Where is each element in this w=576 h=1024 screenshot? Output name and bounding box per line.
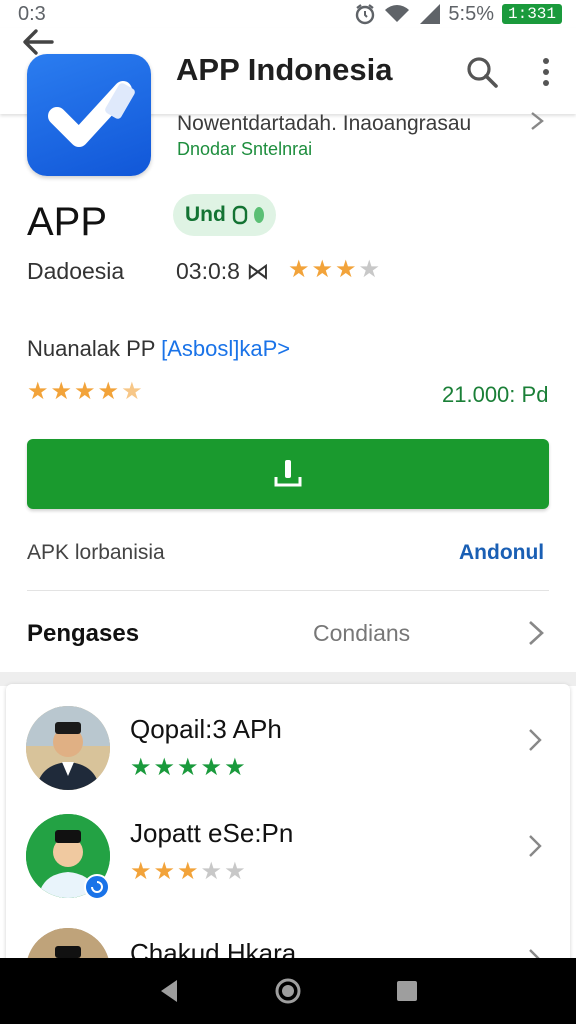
star-icon: ★ xyxy=(288,256,310,283)
apk-link[interactable]: Andonul xyxy=(459,541,544,565)
system-nav-bar xyxy=(0,958,576,1024)
leaf-icon xyxy=(253,207,264,223)
star-icon: ★ xyxy=(130,858,152,885)
settings-title: Pengases xyxy=(27,620,140,647)
star-empty-icon: ★ xyxy=(358,256,381,283)
star-half-icon: ★ xyxy=(121,378,143,405)
about-line: Nuanalak PP [Asbosl]kaP> xyxy=(27,336,290,362)
star-icon: ★ xyxy=(335,256,357,283)
list-item-stars: ★ ★ ★ ★ ★ xyxy=(130,860,246,884)
star-icon: ★ xyxy=(130,754,152,781)
settings-row[interactable]: Pengases Condians xyxy=(0,600,576,664)
home-circle-icon xyxy=(275,978,301,1004)
star-icon: ★ xyxy=(177,858,199,885)
check-logo-icon xyxy=(48,81,135,147)
recents-square-icon xyxy=(396,981,417,1001)
chevron-right-icon xyxy=(529,621,544,645)
avatar xyxy=(26,706,110,790)
developer-subtitle: Dnodar Sntelnrai xyxy=(177,139,313,159)
refresh-badge-icon xyxy=(84,874,110,900)
star-icon: ★ xyxy=(153,754,176,781)
star-empty-icon: ★ xyxy=(200,858,223,885)
status-bar: 0:3 5:5% 1:331 xyxy=(0,0,576,28)
star-icon: ★ xyxy=(50,378,73,405)
list-item[interactable]: Qopail:3 APh ★ ★ ★ ★ ★ xyxy=(6,692,570,804)
nav-back-button[interactable] xyxy=(149,971,189,1011)
install-button[interactable] xyxy=(27,439,549,509)
app-meta-code: 03:0:8 ⋈ xyxy=(176,258,270,284)
meta-rating-stars: ★ ★ ★ ★ xyxy=(288,258,380,282)
download-icon xyxy=(274,460,302,487)
chevron-right-icon xyxy=(529,729,542,751)
star-icon: ★ xyxy=(311,256,334,283)
search-icon[interactable] xyxy=(462,52,502,92)
price-label: 21.000: Pd xyxy=(442,382,549,407)
star-empty-icon: ★ xyxy=(224,858,246,885)
back-arrow-icon[interactable] xyxy=(18,22,58,62)
about-link[interactable]: [Asbosl]kaP> xyxy=(161,336,290,361)
developer-name[interactable]: Nowentdartadah. Inaoangrasau xyxy=(177,112,471,136)
back-triangle-icon xyxy=(161,980,178,1002)
about-text: Nuanalak PP xyxy=(27,336,156,361)
settings-value: Condians xyxy=(313,620,411,646)
apk-label: APK lorbanisia xyxy=(27,541,165,564)
more-vert-icon[interactable] xyxy=(528,52,564,92)
star-icon: ★ xyxy=(177,754,199,781)
nav-home-button[interactable] xyxy=(268,971,308,1011)
page-title: APP Indonesia xyxy=(176,52,393,87)
list-item-title: Qopail:3 APh xyxy=(130,714,282,744)
related-apps-card: Qopail:3 APh ★ ★ ★ ★ ★ Jopatt eSe:Pn ★ ★… xyxy=(6,684,570,974)
nav-recents-button[interactable] xyxy=(387,971,427,1011)
signal-icon xyxy=(420,4,441,24)
list-item-stars: ★ ★ ★ ★ ★ xyxy=(130,756,246,780)
list-item[interactable]: Jopatt eSe:Pn ★ ★ ★ ★ ★ xyxy=(6,808,570,920)
badge-label: Und xyxy=(185,203,226,226)
chevron-right-icon[interactable] xyxy=(528,110,546,132)
app-name: APP xyxy=(27,200,108,244)
wifi-icon xyxy=(385,5,410,22)
battery-percent: 5:5% xyxy=(448,2,494,25)
rating-stars: ★ ★ ★ ★ ★ xyxy=(27,380,143,404)
shield-icon xyxy=(232,205,248,225)
star-icon: ★ xyxy=(224,754,246,781)
list-item-title: Jopatt eSe:Pn xyxy=(130,818,294,848)
star-icon: ★ xyxy=(200,754,223,781)
star-icon: ★ xyxy=(97,378,120,405)
star-icon: ★ xyxy=(27,378,49,405)
app-icon xyxy=(27,54,151,176)
battery-badge: 1:331 xyxy=(501,4,562,24)
status-badge: Und xyxy=(173,194,276,236)
star-icon: ★ xyxy=(74,378,96,405)
app-category: Dadoesia xyxy=(27,258,125,284)
star-icon: ★ xyxy=(153,858,176,885)
alarm-icon xyxy=(356,4,375,25)
divider xyxy=(27,590,549,591)
chevron-right-icon xyxy=(529,835,542,857)
status-icons: 5:5% 1:331 xyxy=(354,3,562,26)
